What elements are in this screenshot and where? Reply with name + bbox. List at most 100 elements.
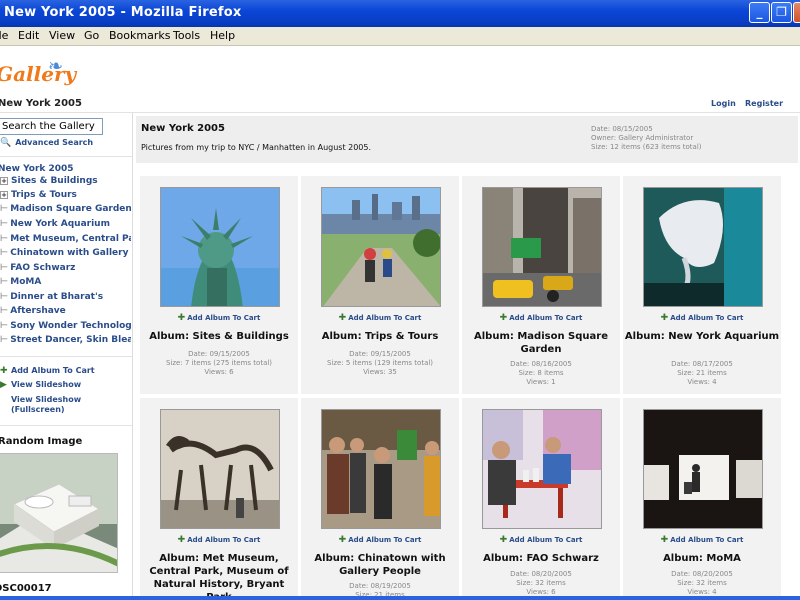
add-album-to-cart[interactable]: ✚ Add Album To Cart — [301, 313, 459, 323]
register-link[interactable]: Register — [745, 99, 783, 108]
sidebar: 🔍Advanced Search New York 2005 +Sites & … — [0, 113, 133, 600]
album-thumbnail[interactable] — [160, 409, 280, 529]
tree-item-chinatown[interactable]: ⊢Chinatown with Gallery People — [0, 248, 131, 258]
cart-icon: ✚ — [499, 313, 508, 323]
album-thumbnail[interactable] — [482, 409, 602, 529]
sidebar-view-slideshow[interactable]: ▶ View Slideshow — [0, 380, 81, 390]
add-album-to-cart[interactable]: ✚ Add Album To Cart — [623, 313, 781, 323]
album-date: Date: 08/15/2005 — [591, 125, 653, 133]
tree-root[interactable]: New York 2005 — [0, 164, 74, 174]
album-card: ✚ Add Album To Cart Album: New York Aquar… — [623, 176, 781, 394]
album-card-meta: Date: 08/20/2005 Size: 32 items Views: 6 — [510, 570, 572, 596]
cart-icon: ✚ — [338, 313, 347, 323]
tree-item-sony-wonder[interactable]: ⊢Sony Wonder Technology Lab — [0, 321, 131, 331]
tree-item-ny-aquarium[interactable]: ⊢ New York Aquarium — [0, 219, 131, 229]
status-bar — [0, 596, 800, 600]
album-card-title[interactable]: Album: New York Aquarium — [623, 330, 781, 343]
album-card-meta: Date: 08/20/2005 Size: 32 items Views: 4 — [671, 570, 733, 596]
random-image-caption[interactable]: DSC00017 — [0, 583, 52, 594]
cart-icon: ✚ — [177, 313, 186, 323]
tree-item-dinner-bharats[interactable]: ⊢ Dinner at Bharat's — [0, 292, 131, 302]
add-album-to-cart[interactable]: ✚ Add Album To Cart — [623, 535, 781, 545]
search-input[interactable] — [0, 118, 103, 135]
album-card: ✚ Add Album To Cart Album: FAO Schwarz Da… — [462, 398, 620, 600]
album-card-meta: Date: 09/15/2005 Size: 7 items (275 items… — [165, 350, 273, 376]
album-thumbnail[interactable] — [643, 409, 763, 529]
album-thumbnail[interactable] — [160, 187, 280, 307]
menu-bar: File Edit View Go Bookmarks Tools Help — [0, 27, 800, 46]
gallery-logo[interactable]: Gallery ❧ — [0, 56, 76, 88]
advanced-search-link[interactable]: 🔍 Advanced Search — [0, 138, 93, 148]
album-card-title[interactable]: Album: Madison Square Garden — [462, 330, 620, 356]
slideshow-icon: ▶ — [0, 396, 11, 405]
album-card: ✚ Add Album To Cart Album: MoMA Date: 08/… — [623, 398, 781, 600]
cart-icon: ✚ — [660, 313, 669, 323]
breadcrumb-bar: New York 2005 Login Register — [0, 96, 800, 113]
album-card-title[interactable]: Album: Chinatown with Gallery People — [301, 552, 459, 578]
menu-view[interactable]: View — [49, 29, 75, 42]
expand-icon[interactable]: + — [0, 190, 8, 199]
advanced-search-label: Advanced Search — [15, 138, 94, 147]
cart-icon: ✚ — [0, 366, 8, 376]
tree-item-madison-square-garden[interactable]: ⊢ Madison Square Garden — [0, 204, 131, 214]
tree-item-fao-schwarz[interactable]: ⊢ FAO Schwarz — [0, 263, 131, 273]
sidebar-divider — [0, 425, 133, 426]
album-card: ✚ Add Album To Cart Album: Met Museum, Ce… — [140, 398, 298, 600]
sidebar-view-slideshow-fullscreen[interactable]: ▶View Slideshow (Fullscreen) — [0, 395, 120, 414]
album-owner: Owner: Gallery Administrator — [591, 134, 694, 142]
album-card-meta: Date: 08/17/2005 Size: 21 items Views: 4 — [671, 360, 733, 386]
album-card-title[interactable]: Album: Sites & Buildings — [140, 330, 298, 343]
add-album-to-cart[interactable]: ✚ Add Album To Cart — [140, 535, 298, 545]
album-header: New York 2005 Pictures from my trip to N… — [136, 116, 798, 163]
add-album-to-cart[interactable]: ✚ Add Album To Cart — [462, 313, 620, 323]
window-title: New York 2005 - Mozilla Firefox — [4, 5, 242, 20]
logo-text: Gallery — [0, 62, 77, 86]
menu-go[interactable]: Go — [84, 29, 99, 42]
menu-file[interactable]: File — [0, 29, 8, 42]
album-card-title[interactable]: Album: FAO Schwarz — [462, 552, 620, 565]
cart-icon: ✚ — [660, 535, 669, 545]
cart-icon: ✚ — [338, 535, 347, 545]
tree-item-met-museum[interactable]: ⊢Met Museum, Central Park — [0, 234, 131, 244]
album-card-meta: Date: 08/16/2005 Size: 8 items Views: 1 — [510, 360, 572, 386]
tree-item-sites-buildings[interactable]: + Sites & Buildings — [0, 176, 131, 186]
close-button[interactable] — [793, 2, 800, 23]
add-album-to-cart[interactable]: ✚ Add Album To Cart — [301, 535, 459, 545]
album-card-title[interactable]: Album: Met Museum, Central Park, Museum … — [140, 552, 298, 600]
album-card: ✚ Add Album To Cart Album: Sites & Buildi… — [140, 176, 298, 394]
album-thumbnail[interactable] — [321, 409, 441, 529]
tree-item-aftershave[interactable]: ⊢ Aftershave — [0, 306, 131, 316]
album-card-title[interactable]: Album: MoMA — [623, 552, 781, 565]
add-album-to-cart[interactable]: ✚ Add Album To Cart — [462, 535, 620, 545]
album-size: Size: 12 items (623 items total) — [591, 143, 702, 151]
menu-help[interactable]: Help — [210, 29, 235, 42]
album-thumbnail[interactable] — [321, 187, 441, 307]
album-card: ✚ Add Album To Cart Album: Madison Square… — [462, 176, 620, 394]
album-meta: Date: 08/15/2005 Owner: Gallery Administ… — [591, 125, 702, 152]
album-title: New York 2005 — [141, 123, 225, 134]
slideshow-icon: ▶ — [0, 380, 7, 390]
album-card-meta: Date: 09/15/2005 Size: 5 items (129 items… — [326, 350, 434, 376]
menu-bookmarks[interactable]: Bookmarks — [109, 29, 170, 42]
sidebar-add-album-cart[interactable]: ✚ Add Album To Cart — [0, 366, 95, 376]
menu-tools[interactable]: Tools — [173, 29, 200, 42]
album-thumbnail[interactable] — [482, 187, 602, 307]
album-thumbnail[interactable] — [643, 187, 763, 307]
menu-edit[interactable]: Edit — [18, 29, 39, 42]
tree-item-trips-tours[interactable]: + Trips & Tours — [0, 190, 131, 200]
random-image-thumbnail[interactable] — [0, 453, 118, 573]
album-card: ✚ Add Album To Cart Album: Chinatown with… — [301, 398, 459, 600]
maximize-button[interactable]: ❐ — [771, 2, 792, 23]
login-link[interactable]: Login — [711, 99, 736, 108]
logo-swoosh-icon: ❧ — [48, 56, 64, 77]
expand-icon[interactable]: + — [0, 176, 8, 185]
breadcrumb[interactable]: New York 2005 — [0, 98, 82, 109]
gallery-header: Gallery ❧ — [0, 46, 800, 96]
minimize-button[interactable]: _ — [749, 2, 770, 23]
tree-item-moma[interactable]: ⊢ MoMA — [0, 277, 131, 287]
album-card: ✚ Add Album To Cart Album: Trips & Tours … — [301, 176, 459, 394]
album-card-title[interactable]: Album: Trips & Tours — [301, 330, 459, 343]
album-grid: ✚ Add Album To Cart Album: Sites & Buildi… — [136, 172, 798, 600]
add-album-to-cart[interactable]: ✚ Add Album To Cart — [140, 313, 298, 323]
tree-item-street-dancer[interactable]: ⊢Street Dancer, Skin Bleach — [0, 335, 131, 345]
